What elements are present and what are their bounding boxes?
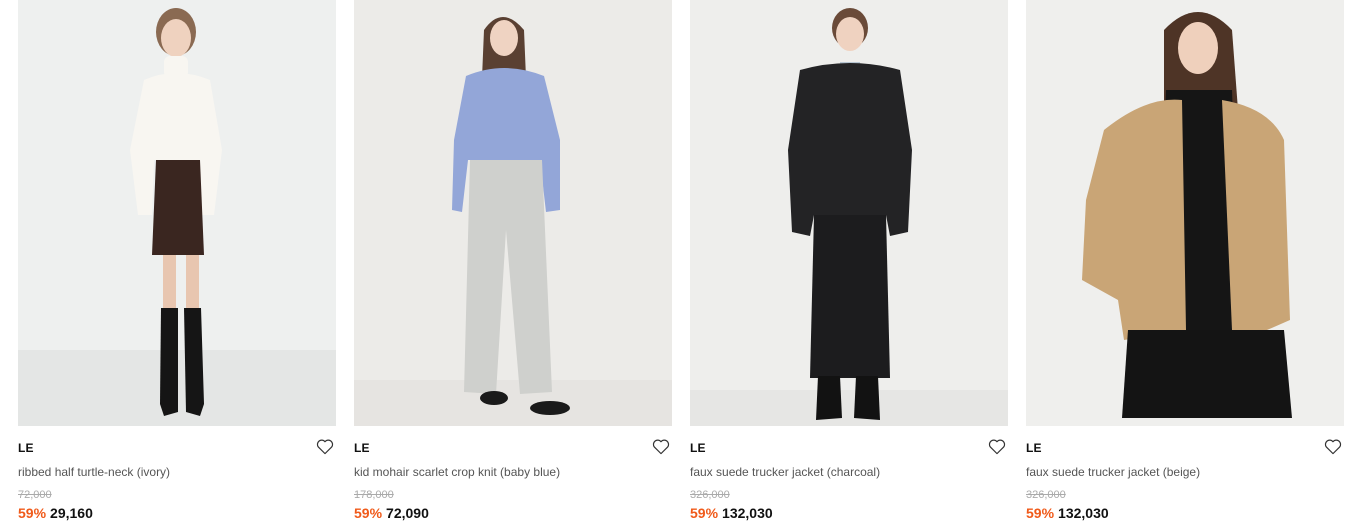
original-price: 326,000	[1026, 489, 1066, 501]
heart-icon[interactable]	[988, 438, 1006, 455]
product-meta: LE faux suede trucker jacket (charcoal) …	[690, 426, 1008, 528]
product-image[interactable]	[690, 0, 1008, 426]
sale-price: 72,090	[386, 505, 429, 521]
sale-price: 29,160	[50, 505, 93, 521]
product-image[interactable]	[1026, 0, 1344, 426]
price-row: 59% 72,090	[354, 505, 429, 521]
product-name[interactable]: faux suede trucker jacket (charcoal)	[690, 465, 880, 479]
sale-price: 132,030	[1058, 505, 1109, 521]
product-image-illustration	[354, 0, 672, 426]
price-row: 59% 132,030	[690, 505, 773, 521]
product-brand[interactable]: LE	[18, 441, 34, 455]
product-brand[interactable]: LE	[690, 441, 706, 455]
product-meta: LE ribbed half turtle-neck (ivory) 72,00…	[18, 426, 336, 528]
product-card[interactable]: LE faux suede trucker jacket (beige) 326…	[1026, 0, 1344, 528]
product-name[interactable]: ribbed half turtle-neck (ivory)	[18, 465, 170, 479]
discount-rate: 59%	[18, 505, 47, 521]
heart-icon[interactable]	[1324, 438, 1342, 455]
original-price: 326,000	[690, 489, 730, 501]
product-card[interactable]: LE ribbed half turtle-neck (ivory) 72,00…	[18, 0, 336, 528]
product-meta: LE faux suede trucker jacket (beige) 326…	[1026, 426, 1344, 528]
product-card[interactable]: LE kid mohair scarlet crop knit (baby bl…	[354, 0, 672, 528]
product-image-illustration	[18, 0, 336, 426]
sale-price: 132,030	[722, 505, 773, 521]
discount-rate: 59%	[354, 505, 383, 521]
product-image-illustration	[1026, 0, 1344, 426]
product-meta: LE kid mohair scarlet crop knit (baby bl…	[354, 426, 672, 528]
original-price: 178,000	[354, 489, 394, 501]
product-grid: LE ribbed half turtle-neck (ivory) 72,00…	[18, 0, 1344, 528]
product-image[interactable]	[354, 0, 672, 426]
heart-icon[interactable]	[316, 438, 334, 455]
product-brand[interactable]: LE	[1026, 441, 1042, 455]
discount-rate: 59%	[1026, 505, 1055, 521]
price-row: 59% 132,030	[1026, 505, 1109, 521]
heart-icon[interactable]	[652, 438, 670, 455]
product-image-illustration	[690, 0, 1008, 426]
price-row: 59% 29,160	[18, 505, 93, 521]
product-brand[interactable]: LE	[354, 441, 370, 455]
product-name[interactable]: kid mohair scarlet crop knit (baby blue)	[354, 465, 560, 479]
original-price: 72,000	[18, 489, 52, 501]
discount-rate: 59%	[690, 505, 719, 521]
product-image[interactable]	[18, 0, 336, 426]
product-card[interactable]: LE faux suede trucker jacket (charcoal) …	[690, 0, 1008, 528]
product-name[interactable]: faux suede trucker jacket (beige)	[1026, 465, 1200, 479]
